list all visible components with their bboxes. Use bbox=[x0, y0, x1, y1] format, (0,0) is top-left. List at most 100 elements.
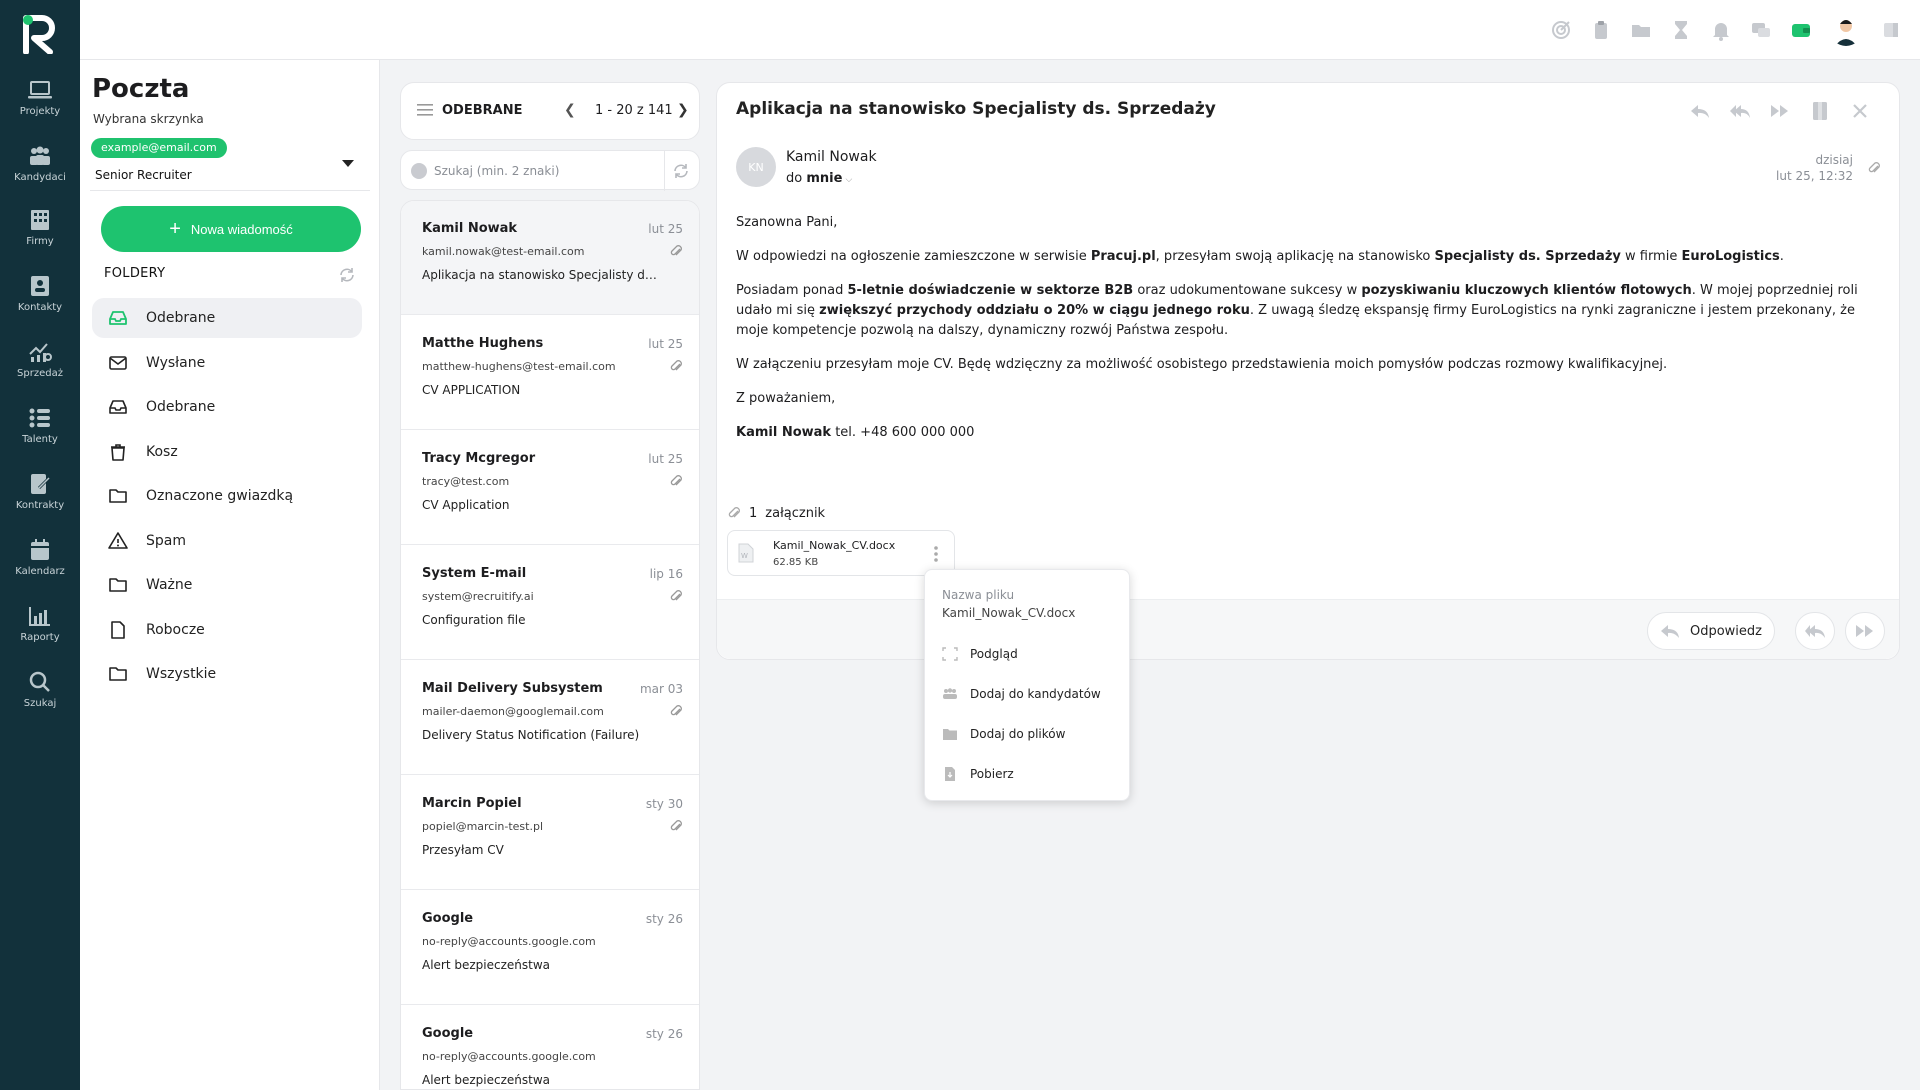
nav-kalendarz[interactable]: Kalendarz bbox=[0, 538, 80, 598]
main-nav-rail: Projekty Kandydaci Firmy Kontakty Sprzed… bbox=[0, 0, 80, 1090]
list-item[interactable]: System E-mail lip 16 system@recruitify.a… bbox=[401, 546, 699, 660]
menu-item-add-candidates[interactable]: Dodaj do kandydatów bbox=[942, 682, 1101, 706]
menu-item-add-files[interactable]: Dodaj do plików bbox=[942, 722, 1065, 746]
message-footer: Odpowiedz bbox=[717, 599, 1899, 659]
folder-odebrane-2[interactable]: Odebrane bbox=[92, 387, 362, 427]
forward-icon[interactable] bbox=[1769, 101, 1791, 121]
mail-sidebar: Poczta Wybrana skrzynka example@email.co… bbox=[80, 60, 380, 1090]
recipient-prefix: do bbox=[786, 171, 803, 186]
message-toolbar bbox=[1689, 101, 1871, 121]
nav-label: Kalendarz bbox=[15, 566, 65, 577]
nav-kandydaci[interactable]: Kandydaci bbox=[0, 144, 80, 204]
new-message-button[interactable]: + Nowa wiadomość bbox=[101, 206, 361, 252]
reply-all-icon[interactable] bbox=[1729, 101, 1751, 121]
list-item[interactable]: Kamil Nowak lut 25 kamil.nowak@test-emai… bbox=[401, 201, 699, 315]
chevron-down-icon[interactable]: ⌵ bbox=[845, 175, 852, 185]
folder-label: Spam bbox=[146, 533, 186, 549]
nav-kontrakty[interactable]: Kontrakty bbox=[0, 472, 80, 532]
nav-szukaj[interactable]: Szukaj bbox=[0, 670, 80, 730]
reply-button[interactable]: Odpowiedz bbox=[1646, 612, 1775, 650]
menu-icon[interactable] bbox=[417, 103, 433, 117]
panel-toggle-icon[interactable] bbox=[1880, 19, 1902, 41]
sender-avatar: KN bbox=[736, 147, 776, 187]
forward-button[interactable] bbox=[1845, 612, 1885, 650]
reply-all-button[interactable] bbox=[1795, 612, 1835, 650]
mailbox-label: Wybrana skrzynka bbox=[93, 112, 204, 126]
mailbox-dropdown-icon[interactable] bbox=[342, 160, 354, 167]
bell-icon[interactable] bbox=[1710, 19, 1732, 41]
message-subject: Aplikacja na stanowisko Specjalisty ds. … bbox=[422, 268, 662, 282]
nav-label: Projekty bbox=[19, 106, 61, 117]
message-subject: Delivery Status Notification (Failure) bbox=[422, 728, 640, 742]
message-date: sty 26 bbox=[645, 1027, 683, 1041]
list-item[interactable]: Mail Delivery Subsystem mar 03 mailer-da… bbox=[401, 661, 699, 775]
chat-icon[interactable] bbox=[1750, 19, 1772, 41]
app-logo-icon[interactable] bbox=[20, 12, 60, 54]
folder-oznaczone[interactable]: Oznaczone gwiazdką bbox=[92, 476, 362, 516]
trash-icon bbox=[111, 444, 125, 461]
close-icon[interactable] bbox=[1849, 101, 1871, 121]
attachments-count: 1 bbox=[749, 505, 758, 521]
folder-robocze[interactable]: Robocze bbox=[92, 610, 362, 650]
message-list: Kamil Nowak lut 25 kamil.nowak@test-emai… bbox=[400, 200, 700, 1090]
folder-wazne[interactable]: Ważne bbox=[92, 565, 362, 605]
nav-kontakty[interactable]: Kontakty bbox=[0, 274, 80, 334]
paperclip-icon bbox=[670, 475, 682, 486]
archive-icon[interactable] bbox=[1809, 101, 1831, 121]
download-file-icon bbox=[945, 767, 955, 781]
recipient-line[interactable]: do mnie ⌵ bbox=[786, 171, 852, 186]
list-item[interactable]: Tracy Mcgregor lut 25 tracy@test.com CV … bbox=[401, 431, 699, 545]
attachment-card[interactable]: W Kamil_Nowak_CV.docx 62.85 KB bbox=[727, 530, 955, 576]
list-item[interactable]: Marcin Popiel sty 30 popiel@marcin-test.… bbox=[401, 776, 699, 890]
contract-icon bbox=[31, 474, 51, 494]
new-message-label: Nowa wiadomość bbox=[190, 221, 293, 237]
folder-icon[interactable] bbox=[1630, 19, 1652, 41]
menu-item-preview[interactable]: Podgląd bbox=[942, 642, 1018, 666]
message-address: popiel@marcin-test.pl bbox=[422, 820, 544, 833]
folder-kosz[interactable]: Kosz bbox=[92, 432, 362, 472]
search-box bbox=[400, 150, 700, 191]
menu-item-label: Podgląd bbox=[970, 647, 1018, 661]
list-item[interactable]: Google sty 26 no-reply@accounts.google.c… bbox=[401, 1006, 699, 1089]
nav-projekty[interactable]: Projekty bbox=[0, 78, 80, 138]
menu-item-download[interactable]: Pobierz bbox=[942, 762, 1014, 786]
message-address: kamil.nowak@test-email.com bbox=[422, 245, 585, 258]
refresh-icon[interactable] bbox=[672, 162, 690, 180]
body-paragraph-3: W załączeniu przesyłam moje CV. Będę wdz… bbox=[736, 357, 1668, 372]
chevron-right-icon[interactable]: ❯ bbox=[677, 102, 689, 118]
nav-raporty[interactable]: Raporty bbox=[0, 604, 80, 664]
target-icon[interactable] bbox=[1550, 19, 1572, 41]
clipboard-icon[interactable] bbox=[1590, 19, 1612, 41]
folder-odebrane[interactable]: Odebrane bbox=[92, 298, 362, 338]
mailbox-email-badge[interactable]: example@email.com bbox=[91, 138, 227, 158]
folder-spam[interactable]: Spam bbox=[92, 521, 362, 561]
user-avatar[interactable] bbox=[1830, 14, 1862, 46]
search-input[interactable] bbox=[434, 161, 644, 181]
nav-firmy[interactable]: Firmy bbox=[0, 208, 80, 268]
refresh-folders-icon[interactable] bbox=[338, 266, 356, 284]
list-item[interactable]: Google sty 26 no-reply@accounts.google.c… bbox=[401, 891, 699, 1005]
paperclip-icon bbox=[670, 820, 682, 831]
nav-label: Kontakty bbox=[17, 302, 63, 313]
file-name-caption: Nazwa pliku bbox=[942, 588, 1015, 602]
paperclip-icon bbox=[670, 705, 682, 716]
more-vertical-icon[interactable] bbox=[933, 544, 939, 564]
reply-icon[interactable] bbox=[1689, 101, 1711, 121]
signature: Kamil Nowak tel. +48 600 000 000 bbox=[736, 425, 975, 440]
folder-label: Odebrane bbox=[146, 399, 216, 415]
forward-icon bbox=[1856, 625, 1873, 637]
chevron-left-icon[interactable]: ❮ bbox=[564, 102, 576, 118]
nav-label: Raporty bbox=[20, 632, 60, 643]
folder-wszystkie[interactable]: Wszystkie bbox=[92, 654, 362, 694]
closing: Z poważaniem, bbox=[736, 391, 836, 406]
search-icon bbox=[29, 671, 50, 692]
folder-icon bbox=[109, 489, 127, 503]
wallet-icon[interactable] bbox=[1790, 19, 1812, 41]
list-item[interactable]: Matthe Hughens lut 25 matthew-hughens@te… bbox=[401, 316, 699, 430]
folder-wyslane[interactable]: Wysłane bbox=[92, 343, 362, 383]
nav-sprzedaz[interactable]: Sprzedaż bbox=[0, 340, 80, 400]
nav-label: Szukaj bbox=[23, 698, 57, 709]
nav-talenty[interactable]: Talenty bbox=[0, 406, 80, 466]
mailbox-role[interactable]: Senior Recruiter bbox=[95, 168, 192, 182]
hourglass-icon[interactable] bbox=[1670, 19, 1692, 41]
